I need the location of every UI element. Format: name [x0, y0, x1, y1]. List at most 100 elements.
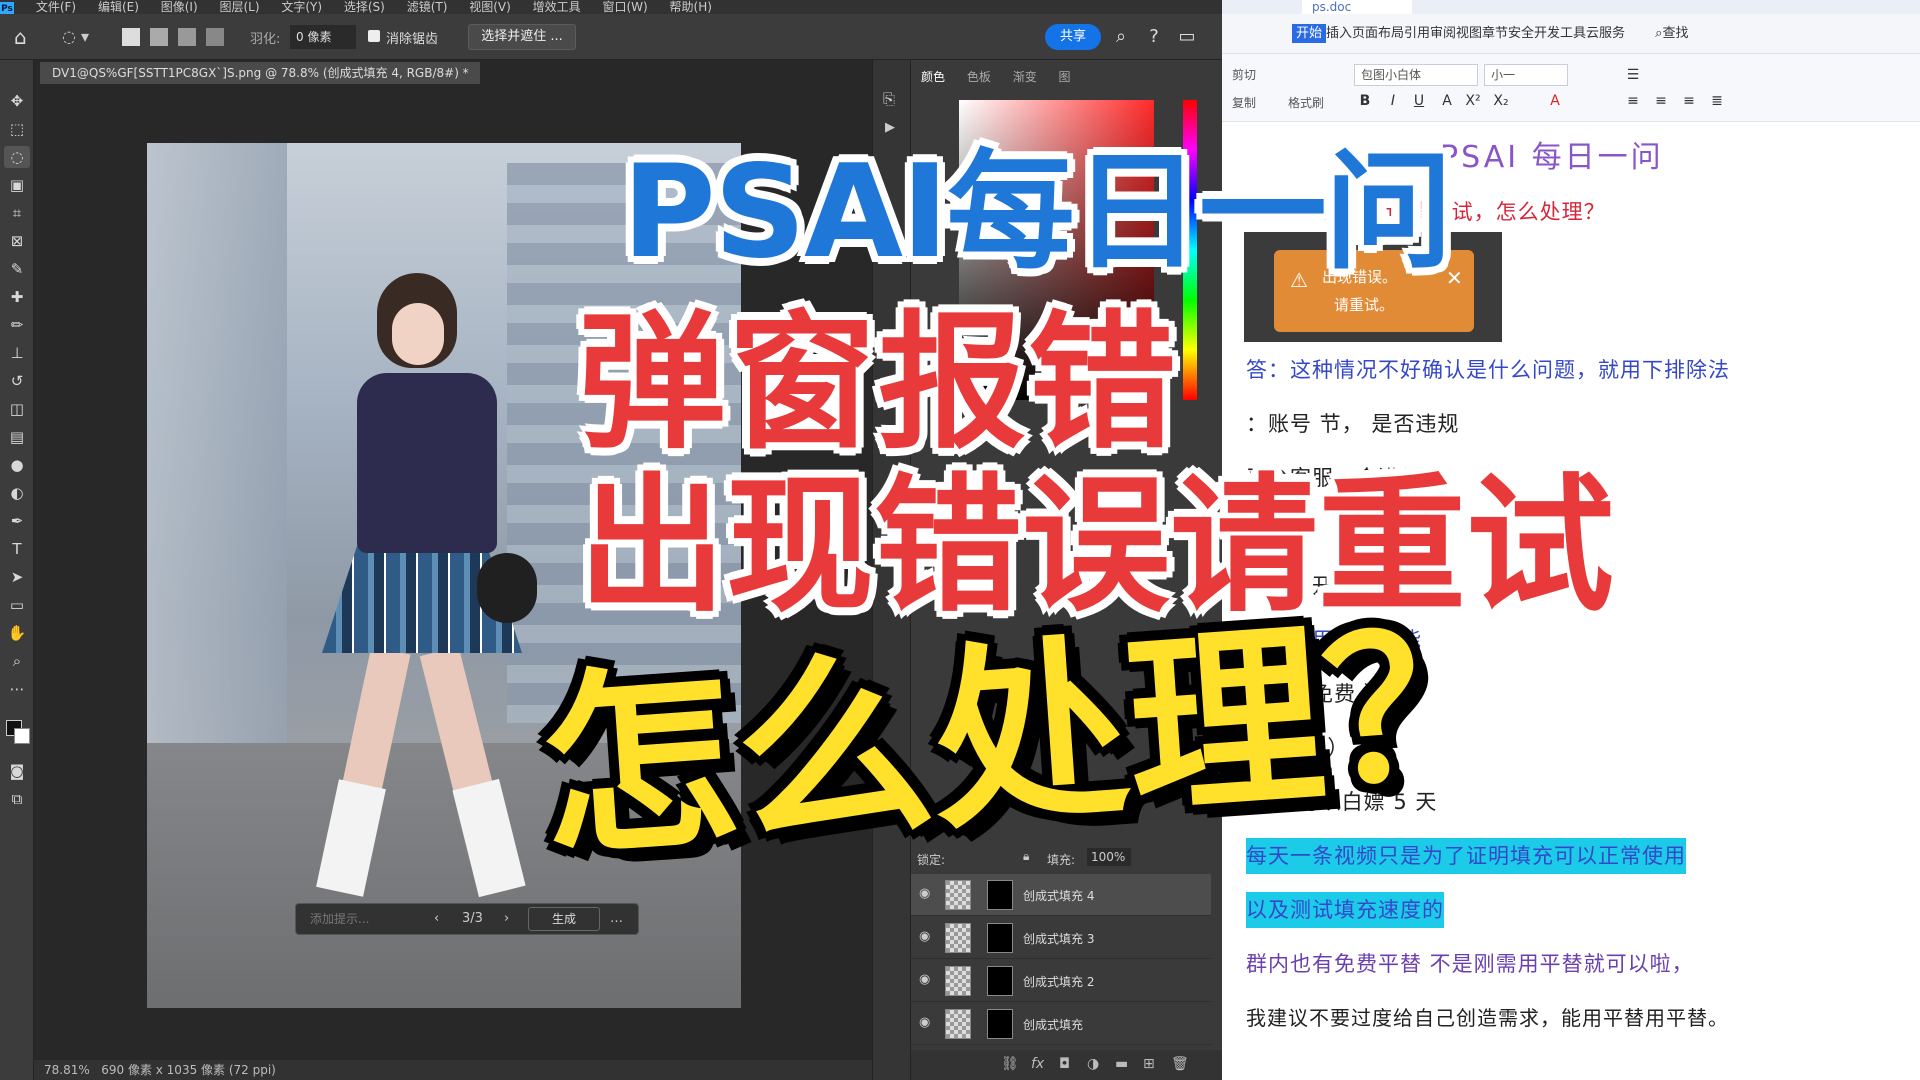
layer-thumbnail: [945, 1009, 971, 1039]
document-tab[interactable]: DV1@QS%GF[SSTT1PC8GX`]S.png @ 78.8% (创成式…: [40, 62, 480, 84]
type-tool-icon[interactable]: T: [4, 538, 30, 560]
visibility-eye-icon[interactable]: ◉: [919, 886, 937, 901]
share-button[interactable]: 共享: [1045, 24, 1101, 50]
background-color-swatch[interactable]: [14, 728, 30, 744]
menu-plugins[interactable]: 增效工具: [533, 0, 581, 14]
stamp-tool-icon[interactable]: ⊥: [4, 342, 30, 364]
new-selection-icon[interactable]: [122, 28, 140, 46]
gradient-tool-icon[interactable]: ▤: [4, 426, 30, 448]
chevron-left-icon[interactable]: ‹: [434, 904, 439, 934]
frame-tool-icon[interactable]: ⊠: [4, 230, 30, 252]
zoom-level[interactable]: 78.81%: [44, 1063, 90, 1077]
help-icon[interactable]: ?: [1143, 26, 1165, 48]
menu-help[interactable]: 帮助(H): [670, 0, 712, 14]
move-tool-icon[interactable]: ✥: [4, 90, 30, 112]
rectangle-tool-icon[interactable]: ▭: [4, 594, 30, 616]
layer-row[interactable]: ◉ 创成式填充: [911, 1003, 1211, 1045]
menu-rest[interactable]: 插入页面布局引用审阅视图章节安全开发工具云服务: [1326, 26, 1625, 41]
brush-tool-icon[interactable]: ✏: [4, 314, 30, 336]
add-selection-icon[interactable]: [150, 28, 168, 46]
search-label[interactable]: 查找: [1662, 26, 1688, 41]
link-layers-icon[interactable]: ⛓: [1001, 1056, 1019, 1072]
menu-select[interactable]: 选择(S): [344, 0, 385, 14]
menu-type[interactable]: 文字(Y): [281, 0, 322, 14]
menu-view[interactable]: 视图(V): [469, 0, 511, 14]
generate-button[interactable]: 生成: [528, 907, 600, 931]
subtract-selection-icon[interactable]: [178, 28, 196, 46]
font-name-select[interactable]: 包图小白体: [1354, 64, 1478, 86]
cut-button[interactable]: 剪切: [1232, 66, 1256, 83]
select-and-mask-button[interactable]: 选择并遮住 ...: [468, 24, 576, 50]
visibility-eye-icon[interactable]: ◉: [919, 929, 937, 944]
menu-edit[interactable]: 编辑(E): [98, 0, 139, 14]
lasso-tool-icon[interactable]: ◌: [4, 146, 30, 168]
marquee-tool-icon[interactable]: ⬚: [4, 118, 30, 140]
menu-filter[interactable]: 滤镜(T): [407, 0, 448, 14]
blur-tool-icon[interactable]: ●: [4, 454, 30, 476]
pen-tool-icon[interactable]: ✒: [4, 510, 30, 532]
antialias-checkbox[interactable]: [368, 30, 380, 42]
hand-tool-icon[interactable]: ✋: [4, 622, 30, 644]
antialias-label: 消除锯齿: [386, 32, 439, 47]
tab-patterns[interactable]: 图: [1059, 70, 1071, 84]
align-center-icon[interactable]: ≡: [1650, 90, 1672, 112]
menu-image[interactable]: 图像(I): [161, 0, 198, 14]
tab-swatches[interactable]: 色板: [967, 70, 991, 84]
more-options-icon[interactable]: …: [610, 904, 623, 934]
menu-start[interactable]: 开始: [1292, 24, 1327, 43]
visibility-eye-icon[interactable]: ◉: [919, 972, 937, 987]
home-icon[interactable]: ⌂: [14, 26, 38, 48]
history-panel-icon[interactable]: ⎘: [883, 90, 895, 108]
layers-footer: ⛓ fx ◘ ◑ ▬ ⊞ 🗑︎: [911, 1050, 1223, 1080]
prompt-input[interactable]: 添加提示...: [310, 904, 410, 934]
layer-thumbnail: [945, 880, 971, 910]
eraser-tool-icon[interactable]: ◫: [4, 398, 30, 420]
eyedropper-tool-icon[interactable]: ✎: [4, 258, 30, 280]
feather-input[interactable]: 0 像素: [290, 25, 356, 49]
subscript-icon[interactable]: X₂: [1490, 90, 1512, 112]
chevron-right-icon[interactable]: ›: [504, 904, 509, 934]
quick-mask-icon[interactable]: ◙: [4, 760, 30, 782]
superscript-icon[interactable]: X²: [1462, 90, 1484, 112]
workspace-icon[interactable]: ▭: [1176, 26, 1198, 48]
layer-mask-thumbnail: [987, 966, 1013, 996]
zoom-tool-icon[interactable]: ⌕: [4, 650, 30, 672]
background-building: [147, 143, 287, 763]
path-select-tool-icon[interactable]: ➤: [4, 566, 30, 588]
justify-icon[interactable]: ≣: [1706, 90, 1728, 112]
intersect-selection-icon[interactable]: [206, 28, 224, 46]
layer-row[interactable]: ◉ 创成式填充 2: [911, 960, 1211, 1002]
group-folder-icon[interactable]: ▬: [1115, 1056, 1128, 1072]
crop-tool-icon[interactable]: ⌗: [4, 202, 30, 224]
photoshop-logo-icon[interactable]: Ps: [0, 2, 14, 14]
menu-layer[interactable]: 图层(L): [219, 0, 259, 14]
layer-row[interactable]: ◉ 创成式填充 3: [911, 917, 1211, 959]
dodge-tool-icon[interactable]: ◐: [4, 482, 30, 504]
font-size-select[interactable]: 小一: [1484, 64, 1568, 86]
wps-document-tab[interactable]: ps.doc: [1302, 0, 1412, 14]
lasso-tool-preset-icon[interactable]: ◌ ▾: [62, 26, 100, 48]
font-color-icon[interactable]: A: [1544, 90, 1566, 112]
options-bar: ⌂ ◌ ▾ 羽化: 0 像素 消除锯齿 选择并遮住 ... 共享 ⌕ ? ▭: [0, 14, 1230, 60]
healing-brush-tool-icon[interactable]: ✚: [4, 286, 30, 308]
tab-gradients[interactable]: 渐变: [1013, 70, 1037, 84]
more-tools-icon[interactable]: ⋯: [4, 678, 30, 700]
menu-window[interactable]: 窗口(W): [602, 0, 647, 14]
screen-mode-icon[interactable]: ⧉: [4, 788, 30, 810]
layer-row[interactable]: ◉ 创成式填充 4: [911, 874, 1211, 916]
history-brush-tool-icon[interactable]: ↺: [4, 370, 30, 392]
add-mask-icon[interactable]: ◘: [1059, 1056, 1070, 1072]
trash-icon[interactable]: 🗑︎: [1171, 1056, 1189, 1072]
menu-file[interactable]: 文件(F): [36, 0, 76, 14]
search-icon[interactable]: ⌕: [1110, 26, 1132, 48]
align-right-icon[interactable]: ≡: [1678, 90, 1700, 112]
object-select-tool-icon[interactable]: ▣: [4, 174, 30, 196]
new-layer-icon[interactable]: ⊞: [1143, 1056, 1155, 1072]
adjustment-layer-icon[interactable]: ◑: [1087, 1056, 1099, 1072]
fx-icon[interactable]: fx: [1031, 1056, 1044, 1072]
layer-mask-thumbnail: [987, 880, 1013, 910]
tab-color[interactable]: 颜色: [921, 70, 945, 84]
align-left-icon[interactable]: ≡: [1622, 90, 1644, 112]
bullet-list-icon[interactable]: ☰: [1622, 64, 1644, 86]
visibility-eye-icon[interactable]: ◉: [919, 1015, 937, 1030]
